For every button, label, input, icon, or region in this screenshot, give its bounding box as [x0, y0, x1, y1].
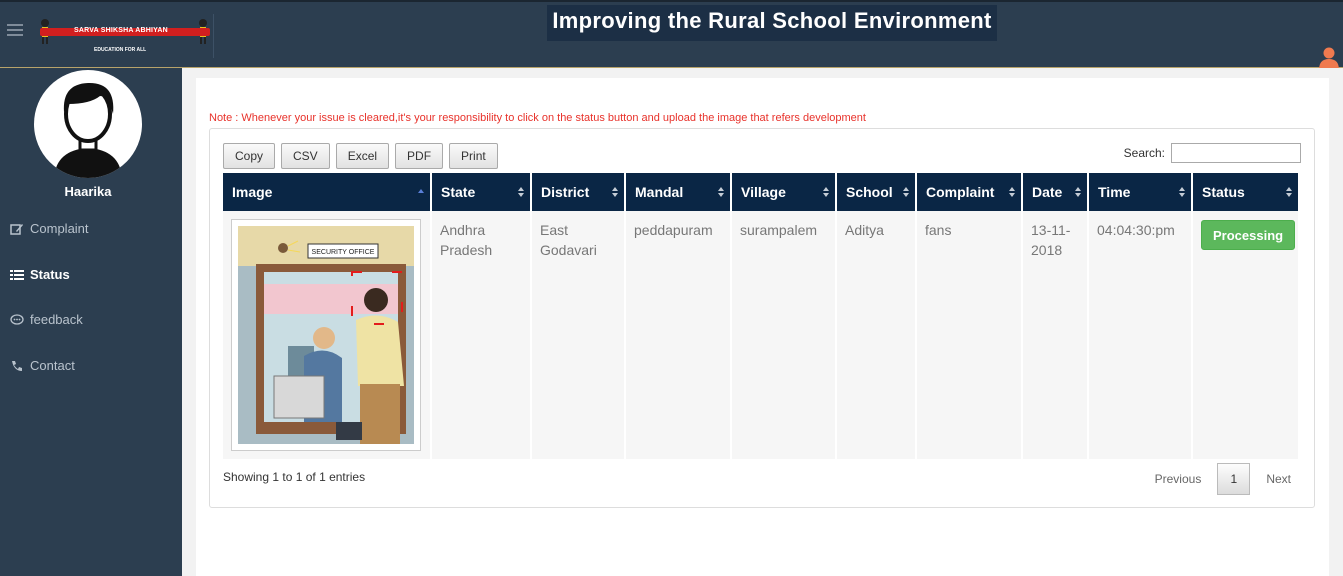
time-cell: 04:04:30:pm: [1088, 211, 1193, 459]
phone-icon: [12, 360, 22, 371]
district-cell: East Godavari: [531, 211, 626, 459]
column-header-complaint[interactable]: Complaint: [916, 173, 1023, 211]
date-cell: 13-11-2018: [1022, 211, 1089, 459]
column-header-date[interactable]: Date: [1022, 173, 1089, 211]
sort-icon: [1009, 187, 1015, 197]
entries-info: Showing 1 to 1 of 1 entries: [223, 470, 366, 484]
sidebar: Haarika Complaint Status feedback Contac…: [0, 68, 182, 576]
export-buttons: Copy CSV Excel PDF Print: [223, 143, 498, 169]
sort-icon: [903, 187, 909, 197]
hamburger-menu-icon[interactable]: [7, 24, 23, 38]
search-input[interactable]: [1171, 143, 1301, 163]
sidebar-item-label: Contact: [30, 358, 75, 373]
complaint-cell: fans: [916, 211, 1023, 459]
sort-asc-icon: [418, 189, 424, 193]
sidebar-item-feedback[interactable]: feedback: [10, 312, 83, 327]
logo-subtext: EDUCATION FOR ALL: [94, 47, 147, 53]
page-1-button[interactable]: 1: [1217, 463, 1251, 495]
sort-icon: [1179, 187, 1185, 197]
list-icon: [10, 269, 24, 280]
avatar: [34, 70, 142, 178]
column-header-time[interactable]: Time: [1088, 173, 1193, 211]
search-box: Search:: [1124, 143, 1301, 163]
complaints-table: Image State District Mandal Village Scho…: [223, 173, 1300, 459]
sidebar-item-status[interactable]: Status: [10, 267, 70, 282]
search-label: Search:: [1123, 146, 1165, 160]
edit-icon: [10, 223, 23, 235]
copy-button[interactable]: Copy: [223, 143, 276, 169]
sort-icon: [718, 187, 724, 197]
username: Haarika: [64, 184, 112, 199]
table-header-row: Image State District Mandal Village Scho…: [223, 173, 1300, 211]
sidebar-item-complaint[interactable]: Complaint: [10, 221, 89, 236]
next-page-button[interactable]: Next: [1256, 472, 1301, 486]
image-sign-text: SECURITY OFFICE: [312, 249, 375, 256]
previous-page-button[interactable]: Previous: [1145, 472, 1212, 486]
village-cell: surampalem: [731, 211, 837, 459]
excel-button[interactable]: Excel: [335, 143, 390, 169]
column-header-mandal[interactable]: Mandal: [625, 173, 732, 211]
comment-icon: [10, 313, 24, 325]
status-cell: Processing: [1192, 211, 1300, 459]
school-cell: Aditya: [836, 211, 917, 459]
sidebar-item-contact[interactable]: Contact: [10, 358, 75, 373]
image-cell: SECURITY OFFICE: [223, 211, 432, 459]
sort-icon: [823, 187, 829, 197]
sort-icon: [518, 187, 524, 197]
avatar-person-icon: [54, 82, 122, 178]
logo: SARVA SHIKSHA ABHIYAN EDUCATION FOR ALL: [36, 14, 214, 58]
status-button[interactable]: Processing: [1201, 220, 1296, 250]
page-title: Improving the Rural School Environment: [547, 5, 997, 41]
sidebar-item-label: feedback: [30, 312, 83, 327]
sort-icon: [1286, 187, 1292, 197]
content-panel: Note : Whenever your issue is cleared,it…: [196, 78, 1329, 576]
sidebar-item-label: Complaint: [30, 221, 89, 236]
sidebar-item-label: Status: [30, 267, 70, 282]
csv-button[interactable]: CSV: [281, 143, 330, 169]
column-header-state[interactable]: State: [431, 173, 532, 211]
column-header-status[interactable]: Status: [1192, 173, 1300, 211]
user-icon[interactable]: [1318, 46, 1340, 70]
data-table-wrapper: Copy CSV Excel PDF Print Search: Image S…: [209, 128, 1315, 508]
table-row: SECURITY OFFICE Andhra Pradesh East Goda…: [223, 211, 1300, 459]
column-header-district[interactable]: District: [531, 173, 626, 211]
logo-text: SARVA SHIKSHA ABHIYAN: [74, 27, 168, 34]
state-cell: Andhra Pradesh: [431, 211, 532, 459]
pdf-button[interactable]: PDF: [395, 143, 444, 169]
column-header-image[interactable]: Image: [223, 173, 432, 211]
pagination: Previous 1 Next: [1145, 463, 1301, 495]
top-bar: SARVA SHIKSHA ABHIYAN EDUCATION FOR ALL …: [0, 0, 1343, 70]
sort-icon: [1075, 187, 1081, 197]
mandal-cell: peddapuram: [625, 211, 732, 459]
column-header-school[interactable]: School: [836, 173, 917, 211]
column-header-village[interactable]: Village: [731, 173, 837, 211]
security-office-illustration: SECURITY OFFICE: [238, 226, 414, 444]
note-text: Note : Whenever your issue is cleared,it…: [209, 112, 866, 124]
sort-icon: [612, 187, 618, 197]
complaint-image[interactable]: SECURITY OFFICE: [231, 219, 421, 451]
print-button[interactable]: Print: [449, 143, 498, 169]
main-content: Note : Whenever your issue is cleared,it…: [182, 68, 1343, 576]
